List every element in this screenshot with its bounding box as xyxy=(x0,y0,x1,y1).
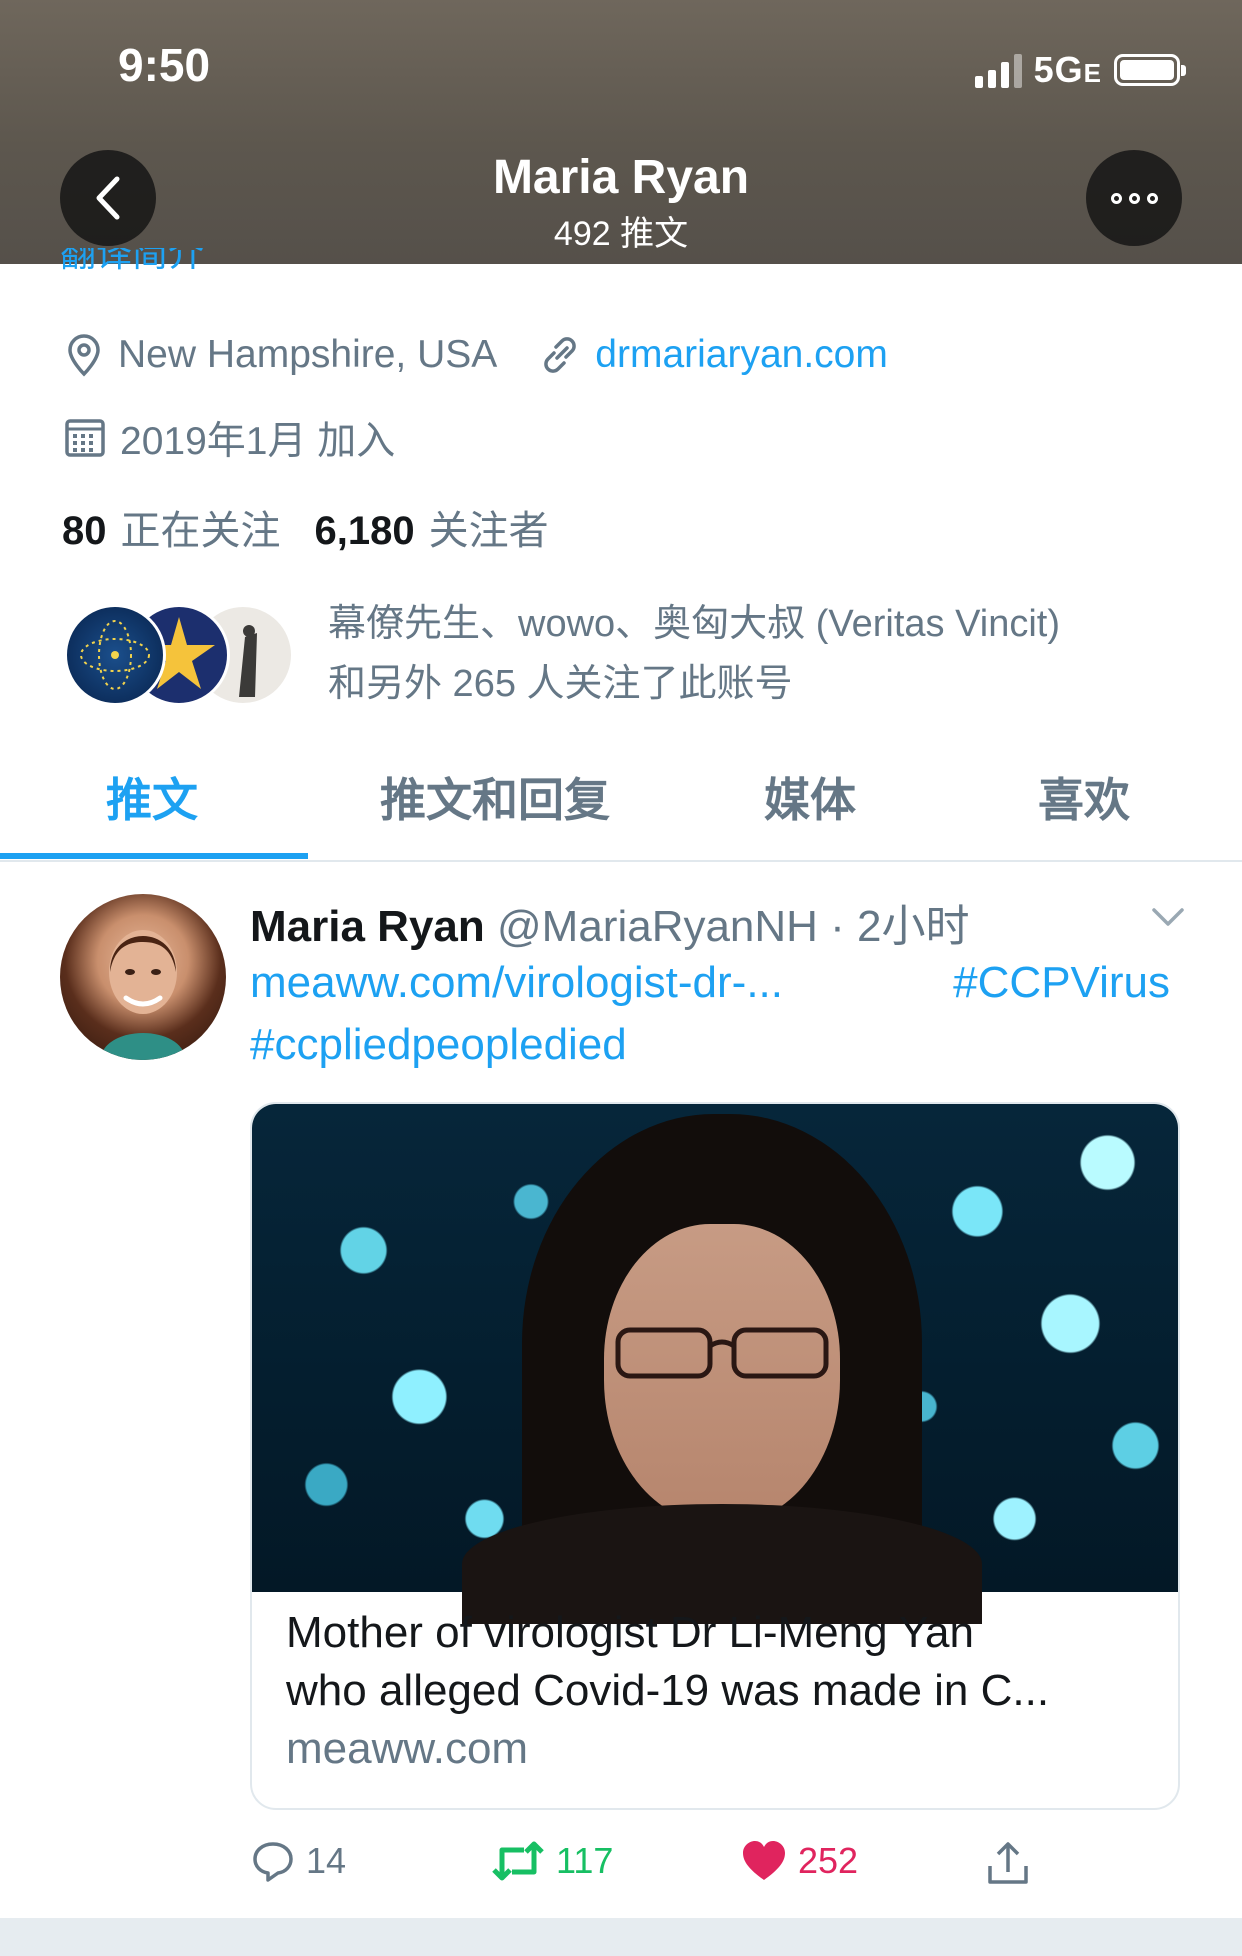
tweet-author-name[interactable]: Maria Ryan xyxy=(250,902,485,951)
share-icon xyxy=(988,1842,1028,1884)
network-type: 5GE xyxy=(1033,49,1102,90)
status-indicators: 5GE xyxy=(974,49,1186,90)
retweet-button[interactable]: 117 xyxy=(490,1838,613,1884)
followed-by-avatars[interactable] xyxy=(64,604,304,706)
timeline-divider xyxy=(0,1918,1242,1956)
follow-stats: 80 正在关注 6,180 关注者 xyxy=(62,498,549,556)
reply-count: 14 xyxy=(306,1840,347,1881)
share-button[interactable] xyxy=(985,1838,1031,1888)
status-time: 9:50 xyxy=(118,39,211,91)
translate-bio-link[interactable]: 翻译简介 xyxy=(60,248,204,288)
tab-tweets-replies[interactable]: 推文和回复 xyxy=(380,764,610,830)
active-tab-indicator xyxy=(0,853,308,859)
tab-media[interactable]: 媒体 xyxy=(764,764,856,830)
link-preview-card[interactable]: Mother of virologist Dr Li-Meng Yan who … xyxy=(250,1102,1180,1810)
reply-button[interactable]: 14 xyxy=(250,1838,346,1884)
tweet-text: meaww.com/virologist-dr-... #CCPVirus #c… xyxy=(250,952,1170,1076)
tweet-link[interactable]: meaww.com/virologist-dr-... xyxy=(250,952,783,1014)
card-body: Mother of virologist Dr Li-Meng Yan who … xyxy=(286,1604,1156,1778)
hashtag-ccpvirus[interactable]: #CCPVirus xyxy=(953,952,1170,1014)
signal-icon xyxy=(974,52,1022,88)
like-count: 252 xyxy=(798,1840,859,1881)
profile-tabs: 推文 推文和回复 媒体 喜欢 xyxy=(0,750,1242,862)
retweet-icon xyxy=(492,1841,544,1881)
avatar xyxy=(64,604,166,706)
retweet-count: 117 xyxy=(556,1840,614,1881)
tweet-actions: 14 117 252 xyxy=(250,1838,1150,1898)
card-title: Mother of virologist Dr Li-Meng Yan who … xyxy=(286,1608,1050,1715)
card-image xyxy=(252,1104,1178,1624)
caret-down-icon[interactable] xyxy=(1150,906,1186,928)
tweet-author-handle: @MariaRyanNH · 2小时 xyxy=(497,902,970,951)
card-domain: meaww.com xyxy=(286,1724,529,1773)
tab-tweets[interactable]: 推文 xyxy=(106,764,198,830)
reply-icon xyxy=(253,1842,293,1882)
more-button[interactable] xyxy=(1086,150,1182,246)
tab-likes[interactable]: 喜欢 xyxy=(1038,764,1130,830)
calendar-icon xyxy=(65,419,105,457)
location-icon xyxy=(68,334,100,377)
following-stat[interactable]: 80 正在关注 xyxy=(62,498,281,556)
tweet-header: Maria Ryan @MariaRyanNH · 2小时 xyxy=(250,890,970,954)
profile-name-title: Maria Ryan xyxy=(492,151,750,204)
heart-icon xyxy=(743,1841,785,1880)
profile-header: 9:50 5GE Maria Ryan 492 推文 xyxy=(0,0,1242,264)
link-icon xyxy=(544,337,577,373)
location-text: New Hampshire, USA xyxy=(118,333,498,376)
hashtag-ccpliedpeopledied[interactable]: #ccpliedpeopledied xyxy=(250,1020,627,1069)
followed-by-text[interactable]: 幕僚先生、wowo、奥匈大叔 (Veritas Vincit) 和另外 265 … xyxy=(328,594,1208,714)
more-icon xyxy=(1110,192,1158,204)
location-row: New Hampshire, USA drmariaryan.com xyxy=(62,332,888,378)
tweet-author-avatar[interactable] xyxy=(60,894,226,1060)
followers-stat[interactable]: 6,180 关注者 xyxy=(315,498,549,556)
joined-date: 2019年1月 加入 xyxy=(120,420,396,463)
like-button[interactable]: 252 xyxy=(740,1838,858,1884)
website-link[interactable]: drmariaryan.com xyxy=(595,333,888,377)
battery-icon xyxy=(1114,54,1186,86)
joined-row: 2019年1月 加入 xyxy=(62,410,395,466)
